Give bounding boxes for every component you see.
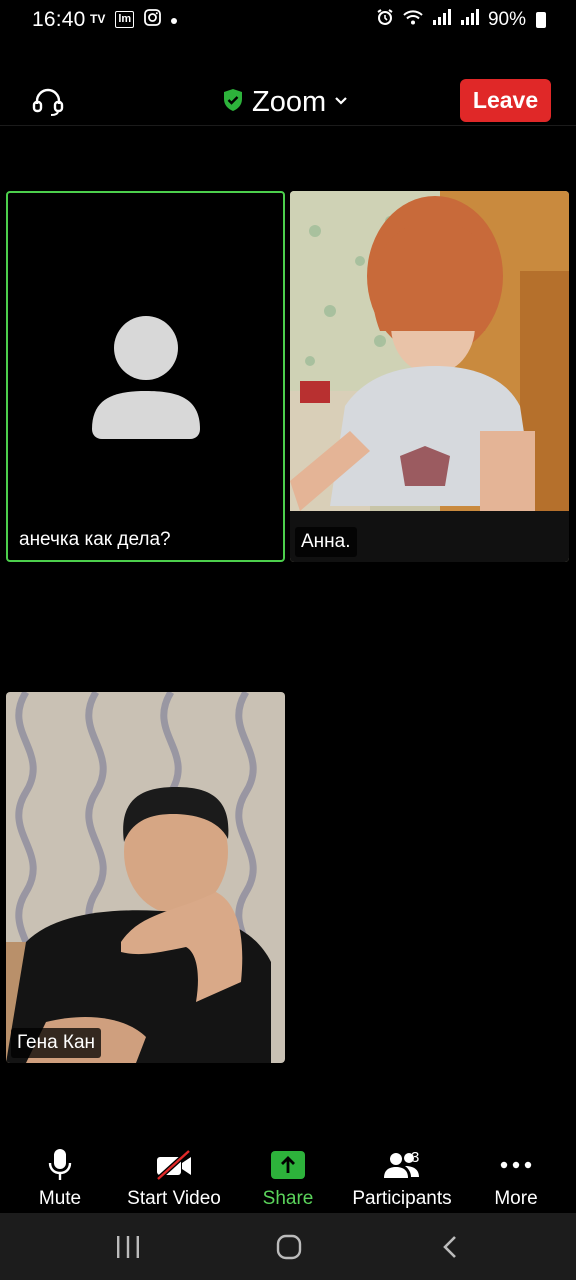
- status-time: 16:40: [32, 8, 86, 31]
- system-navigation-bar: [0, 1213, 576, 1280]
- avatar-placeholder-icon: [92, 316, 200, 439]
- recent-apps-button[interactable]: [106, 1229, 150, 1265]
- battery-icon: [536, 12, 546, 28]
- chevron-down-icon: [334, 93, 348, 111]
- video-tile-3[interactable]: Гена Кан: [6, 692, 285, 1063]
- participants-count: 3: [411, 1149, 420, 1166]
- share-label: Share: [262, 1188, 314, 1209]
- header-divider: [0, 125, 576, 126]
- signal-icon-2: [460, 9, 480, 31]
- more-button[interactable]: More: [486, 1147, 546, 1210]
- video-tile-2[interactable]: Анна.: [290, 191, 569, 562]
- meeting-title[interactable]: Zoom: [222, 84, 348, 120]
- alarm-icon: [376, 8, 394, 32]
- tv-icon: TV: [90, 12, 106, 26]
- participant-video: [6, 692, 285, 1063]
- home-button[interactable]: [267, 1229, 311, 1265]
- meeting-toolbar: Mute Start Video Share 3 Participants Mo…: [0, 1147, 576, 1213]
- participant-name: Гена Кан: [11, 1028, 102, 1058]
- video-tile-1[interactable]: анечка как дела?: [6, 191, 285, 562]
- app-icon: lm: [115, 10, 135, 28]
- leave-button[interactable]: Leave: [460, 79, 551, 122]
- more-dots-icon: [500, 1147, 532, 1183]
- participants-button[interactable]: 3 Participants: [346, 1147, 458, 1210]
- share-button[interactable]: Share: [258, 1147, 318, 1210]
- headphone-icon[interactable]: [30, 84, 66, 120]
- battery-percent: 90%: [487, 9, 526, 30]
- status-bar: 16:40 TV lm 90%: [0, 0, 576, 44]
- dot-icon: [171, 11, 178, 27]
- title-text: Zoom: [252, 85, 327, 118]
- participant-video: [290, 191, 569, 562]
- participant-name: Анна.: [295, 527, 357, 557]
- system-icons: 90%: [376, 8, 546, 32]
- notification-icons: TV lm: [90, 9, 178, 29]
- shield-check-icon: [222, 88, 244, 117]
- more-label: More: [494, 1188, 538, 1209]
- wifi-icon: [402, 8, 424, 32]
- microphone-icon: [48, 1147, 72, 1183]
- instagram-icon: [144, 9, 162, 29]
- mute-button[interactable]: Mute: [30, 1147, 90, 1210]
- participants-label: Participants: [352, 1188, 452, 1209]
- video-off-icon: [155, 1147, 193, 1183]
- start-video-label: Start Video: [127, 1188, 221, 1209]
- participants-icon: 3: [372, 1147, 432, 1183]
- start-video-button[interactable]: Start Video: [120, 1147, 228, 1210]
- participant-name: анечка как дела?: [19, 529, 171, 550]
- signal-icon: [432, 9, 452, 31]
- mute-label: Mute: [38, 1188, 82, 1209]
- back-button[interactable]: [428, 1229, 472, 1265]
- share-arrow-icon: [271, 1147, 305, 1183]
